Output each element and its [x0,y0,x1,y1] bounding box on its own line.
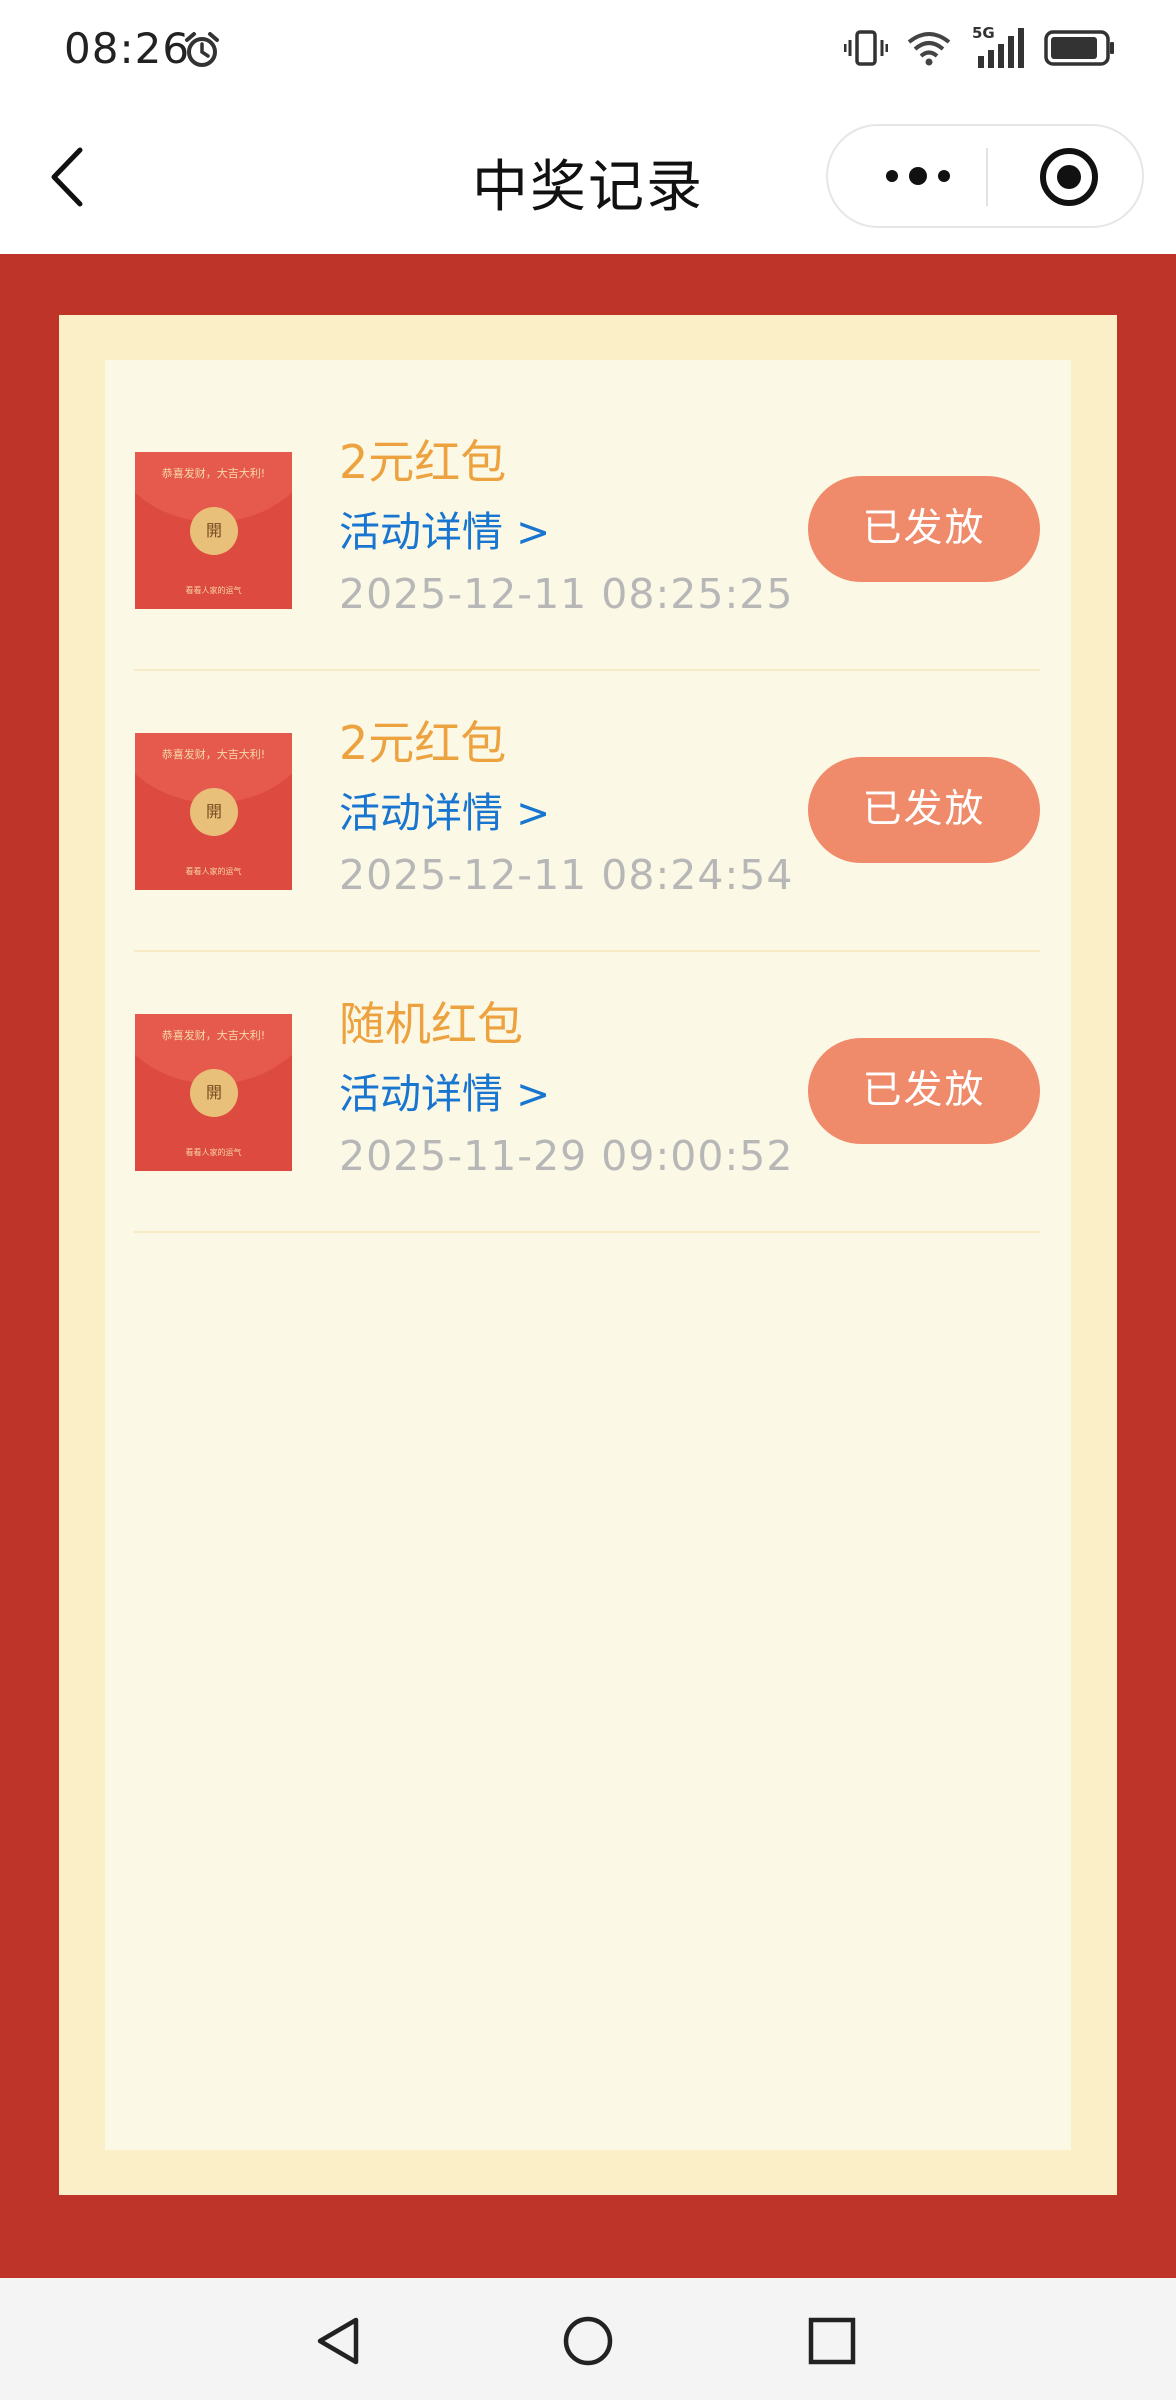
red-envelope-thumbnail: 恭喜发财，大吉大利! 開 看看人家的运气 [135,452,292,609]
nav-bar: 中奖记录 [0,100,1176,254]
envelope-top-text: 恭喜发财，大吉大利! [161,748,266,761]
record-title: 随机红包 [339,997,523,1051]
status-icons: 5G [844,24,1116,70]
envelope-top-text: 恭喜发财，大吉大利! [161,1029,266,1042]
alarm-icon [185,32,219,67]
activity-details-link[interactable]: 活动详情 > [339,498,550,558]
status-button[interactable]: 已发放 [808,476,1040,582]
envelope-bottom-text: 看看人家的运气 [185,1148,242,1157]
record-time: 2025-11-29 09:00:52 [339,1132,794,1180]
envelope-open-coin: 開 [190,788,238,836]
record-title: 2元红包 [339,435,507,489]
record-time: 2025-12-11 08:24:54 [339,851,794,899]
status-button[interactable]: 已发放 [808,757,1040,863]
record-item: 恭喜发财，大吉大利! 開 看看人家的运气 随机红包 活动详情 > 2025-11… [134,952,1040,1233]
status-bar: 08:26 5G [0,0,1176,100]
envelope-open-coin: 開 [190,1069,238,1117]
mini-program-capsule [826,124,1144,228]
status-button[interactable]: 已发放 [808,1038,1040,1144]
back-triangle-icon[interactable] [312,2314,366,2368]
recents-square-icon[interactable] [805,2314,859,2368]
red-envelope-thumbnail: 恭喜发财，大吉大利! 開 看看人家的运气 [135,1014,292,1171]
system-nav-bar [0,2278,1176,2400]
envelope-open-coin: 開 [190,507,238,555]
record-time: 2025-12-11 08:25:25 [339,570,794,618]
more-icon[interactable] [878,154,958,198]
envelope-bottom-text: 看看人家的运气 [185,586,242,595]
envelope-bottom-text: 看看人家的运气 [185,867,242,876]
record-item: 恭喜发财，大吉大利! 開 看看人家的运气 2元红包 活动详情 > 2025-12… [134,390,1040,671]
home-circle-icon[interactable] [561,2314,615,2368]
record-list: 恭喜发财，大吉大利! 開 看看人家的运气 2元红包 活动详情 > 2025-12… [134,390,1040,1233]
status-time: 08:26 [64,24,191,73]
wifi-icon [907,32,951,66]
vibrate-icon [844,30,888,66]
activity-details-link[interactable]: 活动详情 > [339,779,550,839]
target-icon[interactable] [1038,146,1100,208]
activity-details-link[interactable]: 活动详情 > [339,1060,550,1120]
record-item: 恭喜发财，大吉大利! 開 看看人家的运气 2元红包 活动详情 > 2025-12… [134,671,1040,952]
signal-5g-icon: 5G [970,24,1026,70]
red-envelope-thumbnail: 恭喜发财，大吉大利! 開 看看人家的运气 [135,733,292,890]
envelope-top-text: 恭喜发财，大吉大利! [161,467,266,480]
battery-icon [1044,30,1114,66]
record-title: 2元红包 [339,716,507,770]
capsule-divider [986,148,988,206]
